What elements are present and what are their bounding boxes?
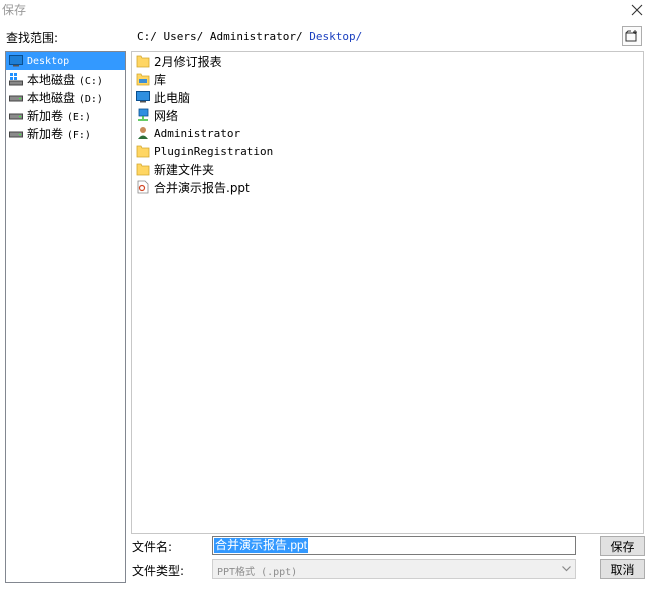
file-type-value: PPT格式 (.ppt)	[217, 567, 298, 578]
location-drive-c[interactable]: 本地磁盘 (C:)	[6, 70, 125, 88]
path-breadcrumb: C:/ Users/ Administrator/ Desktop/	[137, 30, 362, 43]
computer-icon	[136, 91, 150, 103]
location-label: 本地磁盘	[27, 72, 76, 87]
path-segment[interactable]: Administrator/	[210, 30, 303, 43]
file-item[interactable]: 此电脑	[132, 88, 643, 106]
file-name: PluginRegistration	[154, 144, 274, 158]
drive-icon	[9, 113, 23, 120]
file-name: 2月修订报表	[154, 54, 222, 69]
file-name: 新建文件夹	[154, 162, 215, 177]
new-folder-button[interactable]	[622, 26, 642, 46]
path-segment[interactable]: Users/	[164, 30, 204, 43]
location-label: Desktop	[27, 55, 70, 67]
file-item[interactable]: PluginRegistration	[132, 142, 643, 160]
drive-letter: (C:)	[78, 75, 103, 87]
location-desktop[interactable]: Desktop	[6, 52, 125, 70]
system-drive-icon	[9, 73, 23, 86]
folder-icon	[136, 55, 150, 68]
title-bar: 保存	[0, 0, 654, 22]
locations-pane[interactable]: Desktop 本地磁盘 (C:) 本地磁盘 (D:) 新加卷 (E:) 新加卷…	[5, 51, 126, 583]
folder-icon	[136, 145, 150, 158]
close-button[interactable]	[626, 0, 648, 20]
close-icon	[631, 4, 643, 16]
file-item[interactable]: 网络	[132, 106, 643, 124]
location-drive-f[interactable]: 新加卷 (F:)	[6, 124, 125, 142]
location-label: 新加卷	[27, 126, 64, 141]
file-name-value: 合并演示报告.ppt	[214, 538, 309, 553]
user-icon	[138, 127, 148, 139]
drive-letter: (F:)	[66, 129, 91, 141]
drive-letter: (D:)	[78, 93, 103, 105]
file-name: 此电脑	[154, 90, 191, 105]
file-name: 库	[154, 72, 167, 87]
file-item[interactable]: 合并演示报告.ppt	[132, 178, 643, 196]
drive-letter: (E:)	[66, 111, 91, 123]
file-item[interactable]: 新建文件夹	[132, 160, 643, 178]
dropdown-arrow[interactable]	[558, 560, 575, 578]
file-name-input[interactable]: 合并演示报告.ppt	[212, 536, 576, 555]
file-name: 网络	[154, 108, 179, 123]
file-name: 合并演示报告.ppt	[154, 180, 250, 195]
folder-icon	[136, 163, 150, 176]
location-label: 本地磁盘	[27, 90, 76, 105]
file-type-label: 文件类型:	[132, 564, 185, 578]
library-icon	[136, 73, 150, 86]
file-type-select[interactable]: PPT格式 (.ppt)	[212, 559, 576, 579]
path-current-segment[interactable]: Desktop/	[309, 30, 362, 43]
network-icon	[138, 108, 149, 121]
desktop-icon	[9, 55, 23, 67]
path-segment[interactable]: C:/	[137, 30, 157, 43]
ppt-file-icon	[137, 180, 149, 194]
file-name-label: 文件名:	[132, 540, 173, 554]
save-button[interactable]: 保存	[600, 536, 645, 556]
look-in-label: 查找范围:	[6, 31, 59, 45]
drive-icon	[9, 131, 23, 138]
new-folder-icon	[625, 30, 637, 42]
file-list-pane[interactable]: 2月修订报表 库 此电脑 网络 Administrator PluginRegi…	[131, 51, 644, 534]
chevron-down-icon	[562, 566, 571, 572]
file-item[interactable]: Administrator	[132, 124, 643, 142]
drive-icon	[9, 95, 23, 102]
window-title: 保存	[2, 3, 27, 17]
location-drive-d[interactable]: 本地磁盘 (D:)	[6, 88, 125, 106]
cancel-button[interactable]: 取消	[600, 559, 645, 579]
file-item[interactable]: 2月修订报表	[132, 52, 643, 70]
location-drive-e[interactable]: 新加卷 (E:)	[6, 106, 125, 124]
file-name: Administrator	[154, 126, 241, 140]
file-item[interactable]: 库	[132, 70, 643, 88]
location-label: 新加卷	[27, 108, 64, 123]
